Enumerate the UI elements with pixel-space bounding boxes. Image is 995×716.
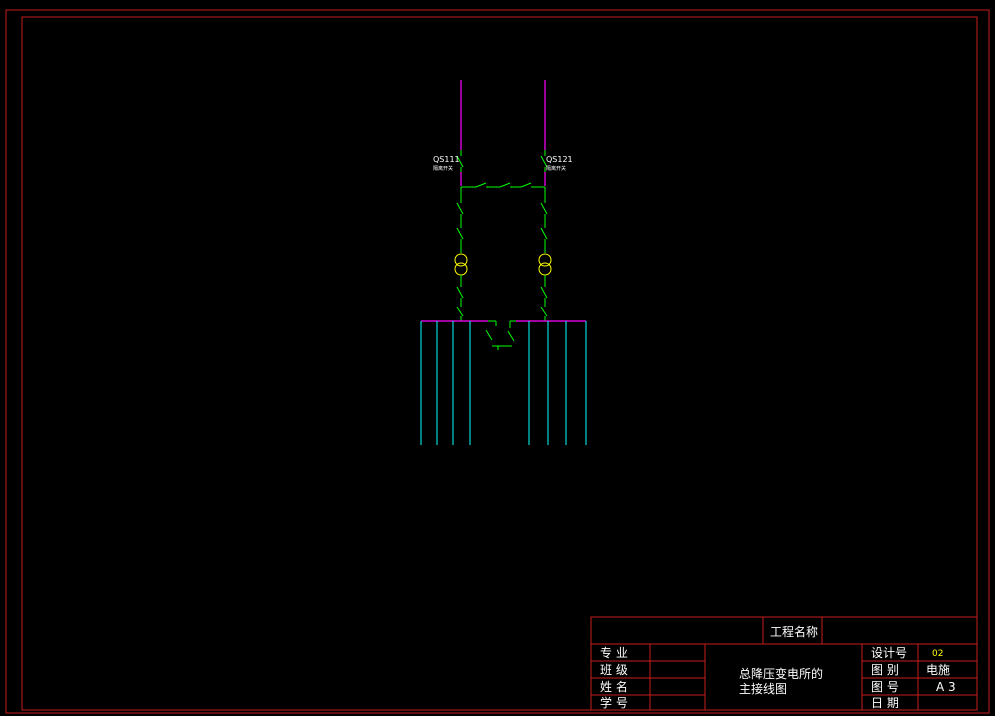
label-qs121-note: 隔离开关 [546, 165, 566, 172]
drawing-sheet: QS111 隔离开关 QS121 隔离开关 工程名称 专 业 班 级 姓 名 学… [0, 0, 995, 716]
canvas-background [0, 0, 995, 716]
label-design-no: 设计号 [871, 646, 907, 660]
drawing-title-line2: 主接线图 [739, 681, 787, 696]
row-label-name: 姓 名 [600, 679, 628, 694]
drawing-title-line1: 总降压变电所的 [739, 666, 823, 681]
label-qs111: QS111 [433, 155, 460, 164]
label-drawing-type: 图 别 [871, 663, 899, 677]
value-drawing-type: 电施 [926, 663, 950, 677]
label-qs121: QS121 [546, 155, 573, 164]
label-date: 日 期 [871, 696, 899, 710]
value-drawing-no: A 3 [936, 680, 956, 694]
label-drawing-no: 图 号 [871, 680, 899, 694]
row-label-student-id: 学 号 [600, 695, 628, 710]
row-label-class: 班 级 [600, 663, 628, 677]
label-qs111-note: 隔离开关 [433, 165, 453, 172]
row-label-major: 专 业 [600, 645, 628, 660]
value-design-no: 02 [932, 649, 943, 659]
project-name-label: 工程名称 [770, 624, 818, 639]
